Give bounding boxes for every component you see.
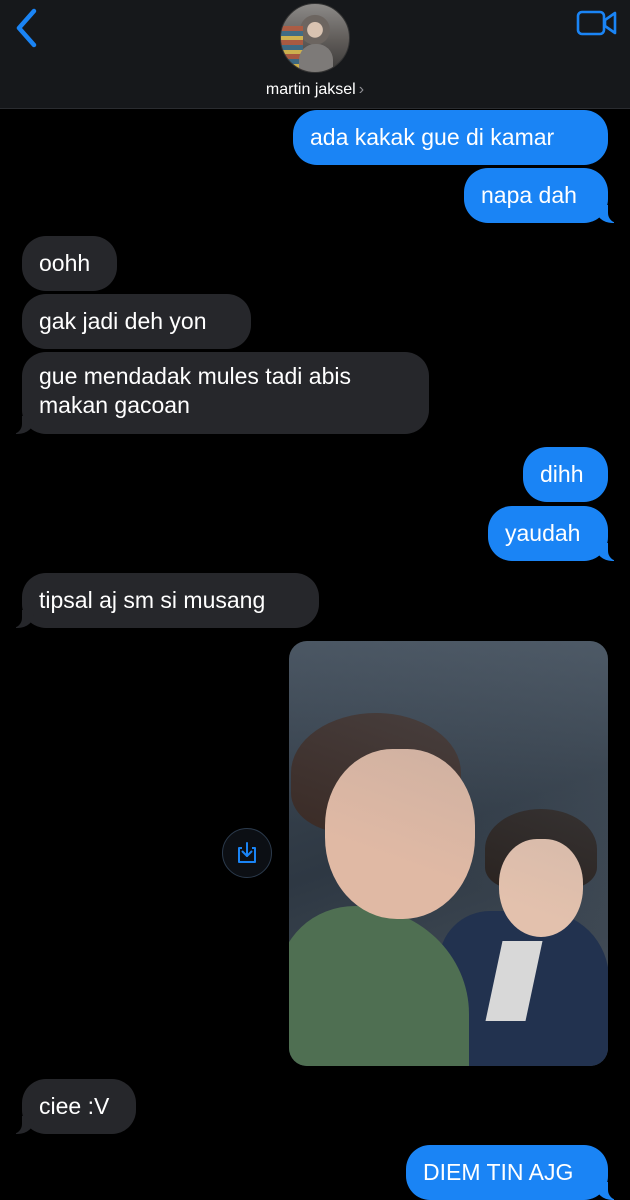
contact-avatar[interactable]	[280, 3, 350, 73]
message-text: gak jadi deh yon	[39, 308, 207, 334]
message-text: tipsal aj sm si musang	[39, 587, 266, 613]
message-bubble-incoming[interactable]: ciee :V	[8, 1079, 136, 1134]
message-bubble-outgoing[interactable]: dihh	[523, 447, 608, 502]
message-text: DIEM TIN AJG	[423, 1159, 574, 1185]
message-text: gue mendadak mules tadi abis makan gacoa…	[39, 363, 351, 418]
message-bubble-incoming[interactable]: gak jadi deh yon	[22, 294, 251, 349]
contact-name-button[interactable]: martin jaksel ›	[0, 80, 630, 100]
video-camera-icon	[576, 10, 617, 36]
download-icon	[238, 842, 256, 863]
avatar-photo-person	[299, 44, 333, 72]
message-bubble-outgoing[interactable]: yaudah	[488, 506, 622, 561]
chevron-right-icon: ›	[358, 81, 365, 98]
message-text: yaudah	[505, 520, 581, 546]
conversation-header: martin jaksel ›	[0, 0, 630, 109]
save-photo-button[interactable]	[222, 828, 272, 878]
message-text: oohh	[39, 250, 91, 276]
message-bubble-incoming[interactable]: gue mendadak mules tadi abis makan gacoa…	[8, 352, 429, 434]
video-call-button[interactable]	[576, 8, 618, 38]
message-bubble-outgoing[interactable]: DIEM TIN AJG	[406, 1145, 622, 1200]
photo-lighting	[289, 641, 608, 1066]
chevron-left-icon	[16, 8, 37, 48]
message-bubble-outgoing[interactable]: ada kakak gue di kamar	[293, 110, 608, 165]
message-bubble-incoming[interactable]: tipsal aj sm si musang	[8, 573, 319, 628]
message-bubble-outgoing[interactable]: napa dah	[464, 168, 622, 223]
message-text: ciee :V	[39, 1093, 110, 1119]
message-text: napa dah	[481, 182, 577, 208]
photo-message[interactable]	[289, 641, 608, 1066]
message-text: ada kakak gue di kamar	[310, 124, 555, 150]
message-text: dihh	[540, 461, 584, 487]
contact-name: martin jaksel	[265, 81, 356, 98]
back-button[interactable]	[8, 6, 44, 50]
message-bubble-incoming[interactable]: oohh	[22, 236, 117, 291]
